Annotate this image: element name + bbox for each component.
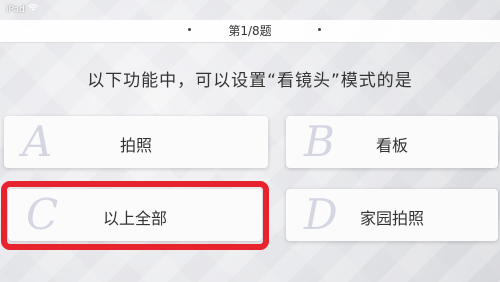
answer-highlight-box	[1, 181, 269, 250]
option-b[interactable]: B 看板	[286, 116, 498, 168]
wifi-icon	[27, 3, 38, 15]
question-progress: 第1/8题	[228, 24, 272, 38]
option-b-label: 看板	[375, 136, 408, 155]
option-a-label: 拍照	[119, 136, 152, 155]
quiz-header: 第1/8题	[0, 20, 500, 43]
status-bar: iPad	[6, 3, 38, 15]
option-d-label: 家园拍照	[359, 209, 424, 228]
option-d[interactable]: D 家园拍照	[286, 189, 498, 241]
question-text: 以下功能中，可以设置“看镜头”模式的是	[87, 71, 413, 91]
option-a[interactable]: A 拍照	[4, 116, 268, 168]
device-name: iPad	[6, 5, 25, 15]
header-dot-right	[318, 28, 321, 31]
